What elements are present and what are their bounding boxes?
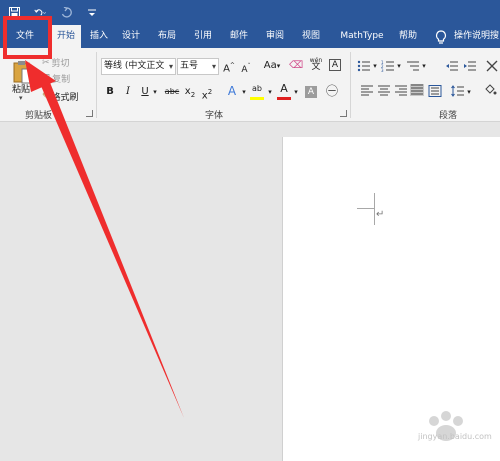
underline-button[interactable]: U — [139, 85, 151, 99]
multilevel-dropdown-icon[interactable]: ▾ — [420, 59, 428, 73]
clipboard-group-label: 剪贴板 — [25, 111, 53, 121]
annotation-highlight-box — [3, 16, 52, 59]
highlight-color-swatch — [250, 97, 264, 100]
text-effects-button[interactable]: A — [224, 84, 240, 98]
text-cursor — [374, 193, 375, 225]
margin-corner-mark — [357, 208, 374, 209]
cut-label: 剪切 — [51, 59, 70, 69]
font-size-value: 五号 — [180, 61, 199, 71]
tab-view[interactable]: 视图 — [298, 25, 324, 48]
font-size-select[interactable]: 五号 ▾ — [177, 58, 219, 75]
tell-me-label: 操作说明搜 — [454, 31, 500, 41]
distributed-icon[interactable] — [428, 85, 442, 97]
font-color-swatch — [277, 97, 291, 100]
watermark-text: jingyan.baidu.com — [418, 432, 492, 441]
tab-design[interactable]: 设计 — [118, 25, 144, 48]
italic-button[interactable]: I — [122, 85, 134, 99]
font-name-value: 等线 (中文正文 — [104, 61, 165, 71]
decrease-indent-icon[interactable] — [445, 60, 459, 72]
bold-button[interactable]: B — [104, 85, 116, 99]
copy-button[interactable]: ❐ 复制 — [42, 72, 71, 86]
chevron-down-icon: ▾ — [211, 62, 216, 71]
paragraph-group-label: 段落 — [439, 111, 458, 121]
superscript-button[interactable]: x2 — [201, 85, 213, 103]
justify-icon[interactable] — [410, 84, 424, 96]
tab-mailings[interactable]: 邮件 — [226, 25, 252, 48]
font-launcher-icon[interactable] — [340, 110, 347, 117]
line-spacing-dropdown-icon[interactable]: ▾ — [465, 85, 473, 99]
paste-icon[interactable] — [13, 60, 35, 84]
font-group-label: 字体 — [205, 111, 224, 121]
format-painter-button[interactable]: ✎ 格式刷 — [42, 90, 79, 104]
line-spacing-icon[interactable] — [451, 85, 465, 97]
underline-dropdown-icon[interactable]: ▾ — [151, 85, 159, 99]
character-border-button[interactable]: A — [329, 59, 341, 71]
tab-review[interactable]: 审阅 — [262, 25, 288, 48]
group-divider — [96, 52, 97, 118]
character-shading-button[interactable]: A — [305, 86, 317, 98]
lightbulb-icon — [435, 29, 447, 44]
tab-layout[interactable]: 布局 — [154, 25, 180, 48]
redo-icon[interactable] — [60, 7, 72, 19]
grow-font-button[interactable]: A^ — [223, 59, 235, 76]
phonetic-guide-button[interactable]: wén 文 — [307, 57, 325, 72]
subscript-button[interactable]: x2 — [184, 85, 196, 102]
title-bar — [0, 0, 500, 25]
tab-insert[interactable]: 插入 — [86, 25, 112, 48]
strikethrough-button[interactable]: abc — [163, 85, 181, 99]
asian-layout-icon[interactable] — [485, 60, 499, 72]
numbering-icon[interactable]: 123 — [381, 60, 395, 72]
clipboard-launcher-icon[interactable] — [86, 110, 93, 117]
baidu-jingyan-watermark-icon — [429, 411, 463, 441]
ribbon-home: 粘贴 ▾ ✂ 剪切 ❐ 复制 ✎ 格式刷 剪贴板 等线 (中文正文 ▾ 五号 ▾… — [0, 48, 500, 122]
align-left-icon[interactable] — [360, 85, 374, 97]
align-right-icon[interactable] — [394, 85, 408, 97]
tab-references[interactable]: 引用 — [190, 25, 216, 48]
bullets-icon[interactable] — [357, 60, 371, 72]
paragraph-mark-icon: ↵ — [376, 209, 385, 220]
font-name-select[interactable]: 等线 (中文正文 ▾ — [101, 58, 176, 75]
group-divider — [350, 52, 351, 118]
copy-icon: ❐ — [42, 73, 51, 84]
chevron-down-icon: ▾ — [168, 62, 173, 71]
tab-mathtype[interactable]: MathType — [334, 25, 390, 48]
tab-home[interactable]: 开始 — [51, 25, 81, 48]
change-case-button[interactable]: Aa▾ — [262, 59, 282, 73]
align-center-icon[interactable] — [377, 85, 391, 97]
text-effects-dropdown-icon[interactable]: ▾ — [240, 85, 248, 99]
customize-dropdown-icon[interactable] — [86, 7, 98, 19]
shrink-font-button[interactable]: Aˇ — [240, 60, 252, 77]
numbering-dropdown-icon[interactable]: ▾ — [395, 59, 403, 73]
paste-dropdown-icon[interactable]: ▾ — [19, 94, 23, 102]
paintbrush-icon: ✎ — [42, 91, 50, 102]
tell-me-search[interactable]: 操作说明搜 — [434, 25, 500, 48]
increase-indent-icon[interactable] — [463, 60, 477, 72]
format-painter-label: 格式刷 — [51, 93, 79, 103]
clear-formatting-icon[interactable]: ⌫ — [289, 59, 303, 73]
copy-label: 复制 — [52, 75, 71, 85]
font-color-dropdown-icon[interactable]: ▾ — [292, 85, 300, 99]
tab-help[interactable]: 帮助 — [394, 25, 422, 48]
highlight-dropdown-icon[interactable]: ▾ — [266, 85, 274, 99]
enclose-characters-icon[interactable]: ㊀ — [325, 84, 339, 98]
multilevel-list-icon[interactable] — [406, 60, 420, 72]
shading-bucket-icon[interactable] — [483, 84, 497, 96]
ribbon-tabs: 文件 开始 插入 设计 布局 引用 邮件 审阅 视图 MathType 帮助 操… — [0, 25, 500, 48]
highlight-button[interactable]: ab — [249, 82, 265, 96]
bullets-dropdown-icon[interactable]: ▾ — [371, 59, 379, 73]
svg-text:3: 3 — [381, 68, 384, 72]
scissors-icon: ✂ — [42, 57, 50, 68]
font-color-button[interactable]: A — [277, 82, 291, 96]
